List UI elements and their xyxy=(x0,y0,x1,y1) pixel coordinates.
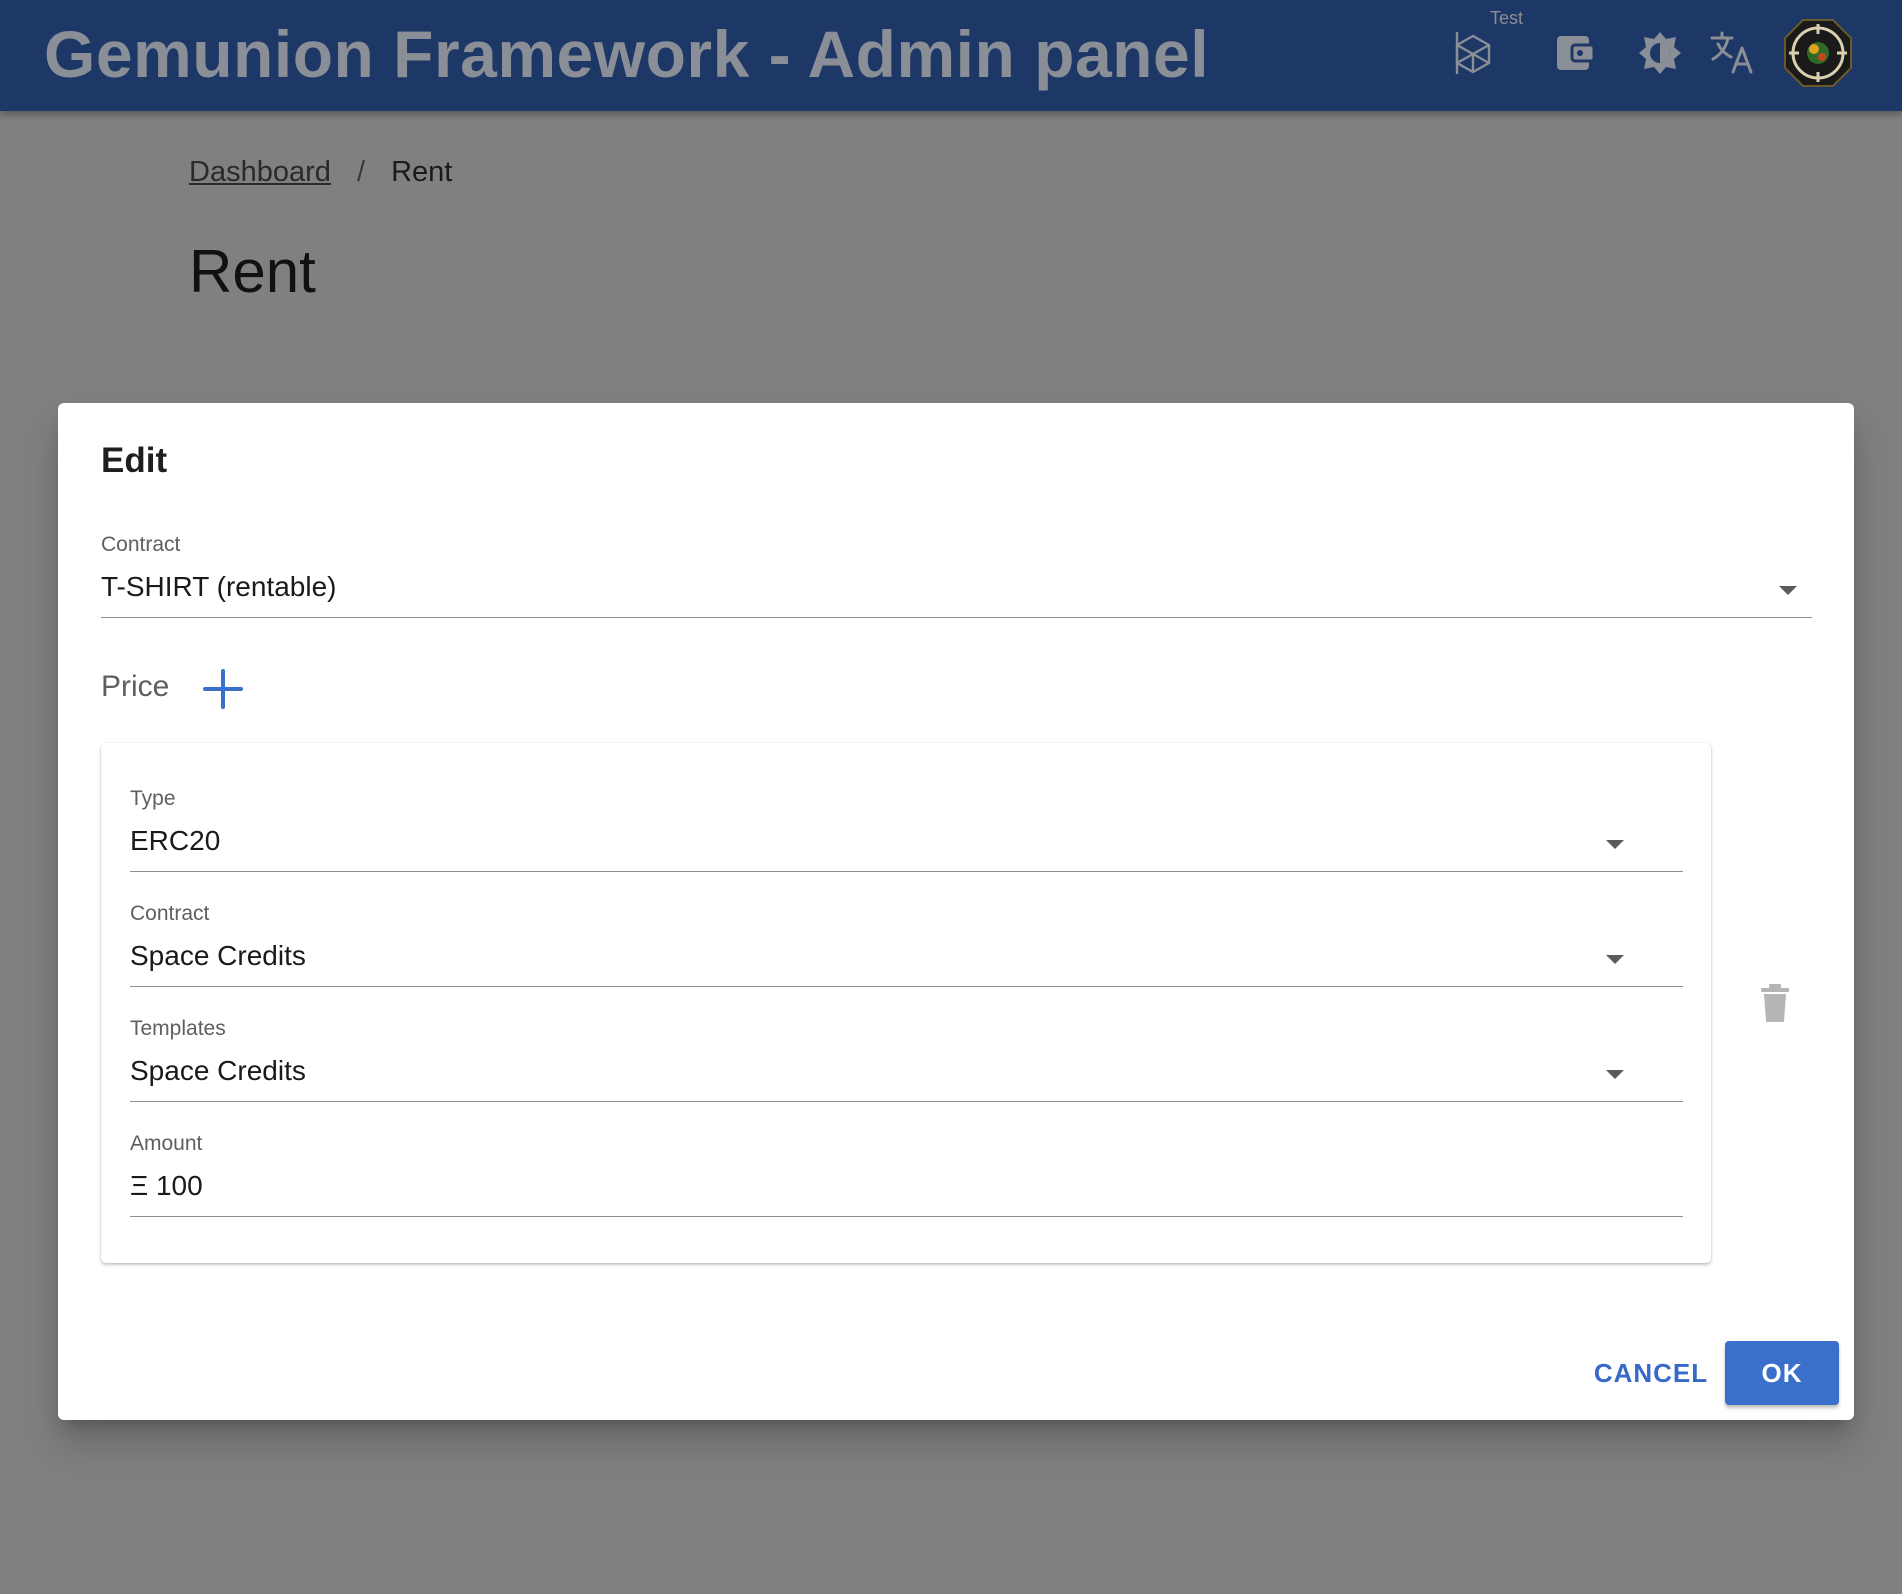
price-amount-input[interactable]: Ξ 100 xyxy=(130,1170,203,1202)
page-title: Rent xyxy=(189,238,316,305)
price-type-value[interactable]: ERC20 xyxy=(130,825,220,857)
price-type-underline xyxy=(130,871,1683,872)
wallet-icon[interactable] xyxy=(1552,30,1598,76)
contract-label: Contract xyxy=(101,533,181,556)
price-amount-underline xyxy=(130,1216,1683,1217)
breadcrumb-current: Rent xyxy=(391,156,453,188)
ok-button[interactable]: OK xyxy=(1725,1341,1839,1405)
language-icon[interactable] xyxy=(1708,28,1756,76)
price-templates-label: Templates xyxy=(130,1017,226,1040)
price-amount-label: Amount xyxy=(130,1132,203,1155)
cancel-button[interactable]: CANCEL xyxy=(1586,1341,1716,1405)
dialog-title: Edit xyxy=(101,441,168,480)
price-templates-underline xyxy=(130,1101,1683,1102)
app-title: Gemunion Framework - Admin panel xyxy=(44,17,1210,91)
app-bar: Gemunion Framework - Admin panel Test xyxy=(0,0,1902,111)
breadcrumb-dashboard-link[interactable]: Dashboard xyxy=(189,156,331,188)
network-label: Test xyxy=(1490,8,1524,28)
price-templates-value[interactable]: Space Credits xyxy=(130,1055,306,1087)
delete-icon[interactable] xyxy=(1758,983,1792,1023)
chevron-down-icon[interactable] xyxy=(1606,955,1624,964)
network-icon[interactable] xyxy=(1448,28,1498,78)
edit-dialog: Edit Contract T-SHIRT (rentable) Price T… xyxy=(58,403,1854,1420)
chevron-down-icon[interactable] xyxy=(1779,586,1797,595)
price-item-card: Type ERC20 Contract Space Credits Templa… xyxy=(101,743,1711,1263)
price-amount-value[interactable]: 100 xyxy=(156,1170,203,1201)
breadcrumb-separator: / xyxy=(356,156,365,188)
price-label: Price xyxy=(101,670,170,703)
chevron-down-icon[interactable] xyxy=(1606,1070,1624,1079)
contract-value[interactable]: T-SHIRT (rentable) xyxy=(101,571,336,603)
price-contract-underline xyxy=(130,986,1683,987)
theme-icon[interactable] xyxy=(1636,29,1684,77)
avatar[interactable] xyxy=(1783,18,1853,88)
price-contract-value[interactable]: Space Credits xyxy=(130,940,306,972)
price-type-label: Type xyxy=(130,787,176,810)
price-contract-label: Contract xyxy=(130,902,210,925)
chevron-down-icon[interactable] xyxy=(1606,840,1624,849)
eth-currency-icon: Ξ xyxy=(130,1170,149,1201)
add-price-button[interactable] xyxy=(200,666,246,712)
contract-underline xyxy=(101,617,1812,618)
breadcrumb: Dashboard / Rent xyxy=(189,156,452,189)
